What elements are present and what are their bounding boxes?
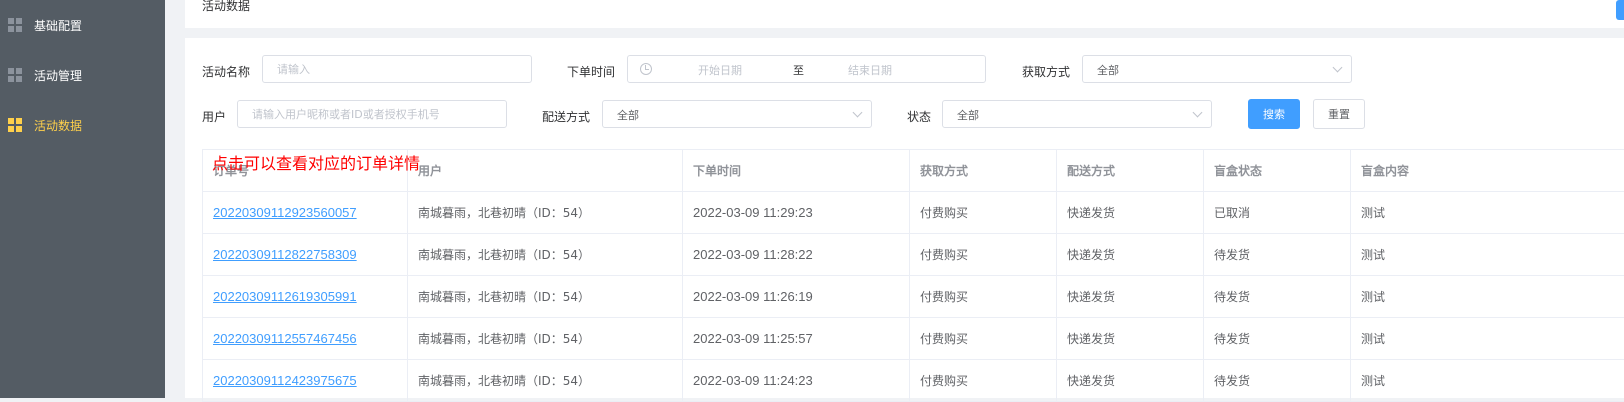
sidebar-item-label: 基础配置 — [34, 18, 83, 33]
grid-icon — [8, 68, 22, 82]
column-header-user: 用户 — [408, 150, 683, 192]
delivery-method-cell: 快递发货 — [1057, 192, 1204, 234]
blindbox-status-cell: 待发货 — [1204, 234, 1351, 276]
acquire-method-value: 全部 — [1097, 64, 1119, 77]
order-no-cell: 20220309112619305991 — [203, 276, 408, 318]
sidebar: 基础配置 活动管理 活动数据 — [0, 0, 165, 398]
delivery-method-cell: 快递发货 — [1057, 318, 1204, 360]
delivery-method-cell: 快递发货 — [1057, 360, 1204, 402]
order-number-link[interactable]: 20220309112619305991 — [213, 289, 357, 304]
order-no-cell: 20220309112822758309 — [203, 234, 408, 276]
sidebar-item-basic-config[interactable]: 基础配置 — [0, 5, 165, 45]
column-header-acquire-method: 获取方式 — [910, 150, 1057, 192]
sidebar-item-activity-management[interactable]: 活动管理 — [0, 55, 165, 95]
order-number-link[interactable]: 20220309112822758309 — [213, 247, 357, 262]
column-header-blindbox-content: 盲盒内容 — [1351, 150, 1624, 192]
acquire-method-cell: 付费购买 — [910, 234, 1057, 276]
sidebar-item-label: 活动管理 — [34, 68, 83, 83]
user-label: 用户 — [202, 110, 227, 124]
blindbox-content-cell: 测试 — [1351, 234, 1624, 276]
order-no-cell: 20220309112557467456 — [203, 318, 408, 360]
acquire-method-cell: 付费购买 — [910, 360, 1057, 402]
status-value: 全部 — [957, 109, 979, 122]
user-search-input[interactable] — [237, 100, 507, 128]
delivery-method-select[interactable]: 全部 — [602, 100, 872, 128]
user-cell: 南城暮雨，北巷初晴（ID：54） — [408, 360, 683, 402]
order-number-link[interactable]: 20220309112423975675 — [213, 373, 357, 388]
sidebar-item-activity-data[interactable]: 活动数据 — [0, 105, 165, 145]
blindbox-content-cell: 测试 — [1351, 192, 1624, 234]
end-date-input[interactable]: 结束日期 — [848, 62, 892, 78]
order-time-range-picker[interactable]: 开始日期 至 结束日期 — [627, 55, 986, 83]
chevron-down-icon — [852, 107, 863, 118]
delivery-method-label: 配送方式 — [542, 110, 591, 124]
acquire-method-cell: 付费购买 — [910, 276, 1057, 318]
header-accent — [1616, 0, 1624, 20]
search-button[interactable]: 搜索 — [1248, 99, 1300, 129]
order-time-cell: 2022-03-09 11:29:23 — [683, 192, 910, 234]
column-header-order-time: 下单时间 — [683, 150, 910, 192]
order-time-cell: 2022-03-09 11:25:57 — [683, 318, 910, 360]
table-row: 20220309112423975675 南城暮雨，北巷初晴（ID：54） 2022… — [203, 360, 1624, 402]
grid-icon — [8, 18, 22, 32]
blindbox-content-cell: 测试 — [1351, 276, 1624, 318]
sidebar-item-label: 活动数据 — [34, 118, 83, 133]
delivery-method-value: 全部 — [617, 109, 639, 122]
order-number-link[interactable]: 20220309112557467456 — [213, 331, 357, 346]
reset-button[interactable]: 重置 — [1313, 99, 1365, 129]
annotation-note: 点击可以查看对应的订单详情 — [212, 154, 421, 173]
order-time-cell: 2022-03-09 11:24:23 — [683, 360, 910, 402]
table-row: 20220309112619305991 南城暮雨，北巷初晴（ID：54） 2022… — [203, 276, 1624, 318]
activity-name-input[interactable] — [262, 55, 532, 83]
delivery-method-cell: 快递发货 — [1057, 234, 1204, 276]
acquire-method-cell: 付费购买 — [910, 192, 1057, 234]
chevron-down-icon — [1192, 107, 1203, 118]
grid-icon — [8, 118, 22, 132]
order-no-cell: 20220309112423975675 — [203, 360, 408, 402]
order-no-cell: 20220309112923560057 — [203, 192, 408, 234]
blindbox-status-cell: 待发货 — [1204, 360, 1351, 402]
table-row: 20220309112822758309 南城暮雨，北巷初晴（ID：54） 2022… — [203, 234, 1624, 276]
main-content: 活动名称 下单时间 开始日期 至 结束日期 获取方式 全部 用户 配送方式 全部… — [185, 38, 1624, 402]
blindbox-content-cell: 测试 — [1351, 360, 1624, 402]
date-range-separator: 至 — [793, 64, 804, 77]
clock-icon — [640, 63, 652, 75]
acquire-method-select[interactable]: 全部 — [1082, 55, 1352, 83]
activity-name-label: 活动名称 — [202, 65, 251, 79]
user-cell: 南城暮雨，北巷初晴（ID：54） — [408, 234, 683, 276]
blindbox-status-cell: 待发货 — [1204, 276, 1351, 318]
user-cell: 南城暮雨，北巷初晴（ID：54） — [408, 192, 683, 234]
table-row: 20220309112923560057 南城暮雨，北巷初晴（ID：54） 2022… — [203, 192, 1624, 234]
column-header-delivery-method: 配送方式 — [1057, 150, 1204, 192]
blindbox-status-cell: 待发货 — [1204, 318, 1351, 360]
user-cell: 南城暮雨，北巷初晴（ID：54） — [408, 318, 683, 360]
order-time-cell: 2022-03-09 11:28:22 — [683, 234, 910, 276]
acquire-method-label: 获取方式 — [1022, 65, 1071, 79]
order-number-link[interactable]: 20220309112923560057 — [213, 205, 357, 220]
order-time-cell: 2022-03-09 11:26:19 — [683, 276, 910, 318]
table-row: 20220309112557467456 南城暮雨，北巷初晴（ID：54） 2022… — [203, 318, 1624, 360]
blindbox-content-cell: 测试 — [1351, 318, 1624, 360]
start-date-input[interactable]: 开始日期 — [698, 62, 742, 78]
table-body: 20220309112923560057 南城暮雨，北巷初晴（ID：54） 2022… — [203, 192, 1624, 402]
delivery-method-cell: 快递发货 — [1057, 276, 1204, 318]
chevron-down-icon — [1332, 62, 1343, 73]
acquire-method-cell: 付费购买 — [910, 318, 1057, 360]
order-time-label: 下单时间 — [567, 65, 616, 79]
status-select[interactable]: 全部 — [942, 100, 1212, 128]
blindbox-status-cell: 已取消 — [1204, 192, 1351, 234]
orders-table: 订单号 用户 下单时间 获取方式 配送方式 盲盒状态 盲盒内容 20220309… — [202, 149, 1624, 402]
page-header: 活动数据 — [185, 0, 1624, 28]
column-header-blindbox-status: 盲盒状态 — [1204, 150, 1351, 192]
user-cell: 南城暮雨，北巷初晴（ID：54） — [408, 276, 683, 318]
page-title: 活动数据 — [202, 0, 251, 13]
status-label: 状态 — [907, 110, 932, 124]
